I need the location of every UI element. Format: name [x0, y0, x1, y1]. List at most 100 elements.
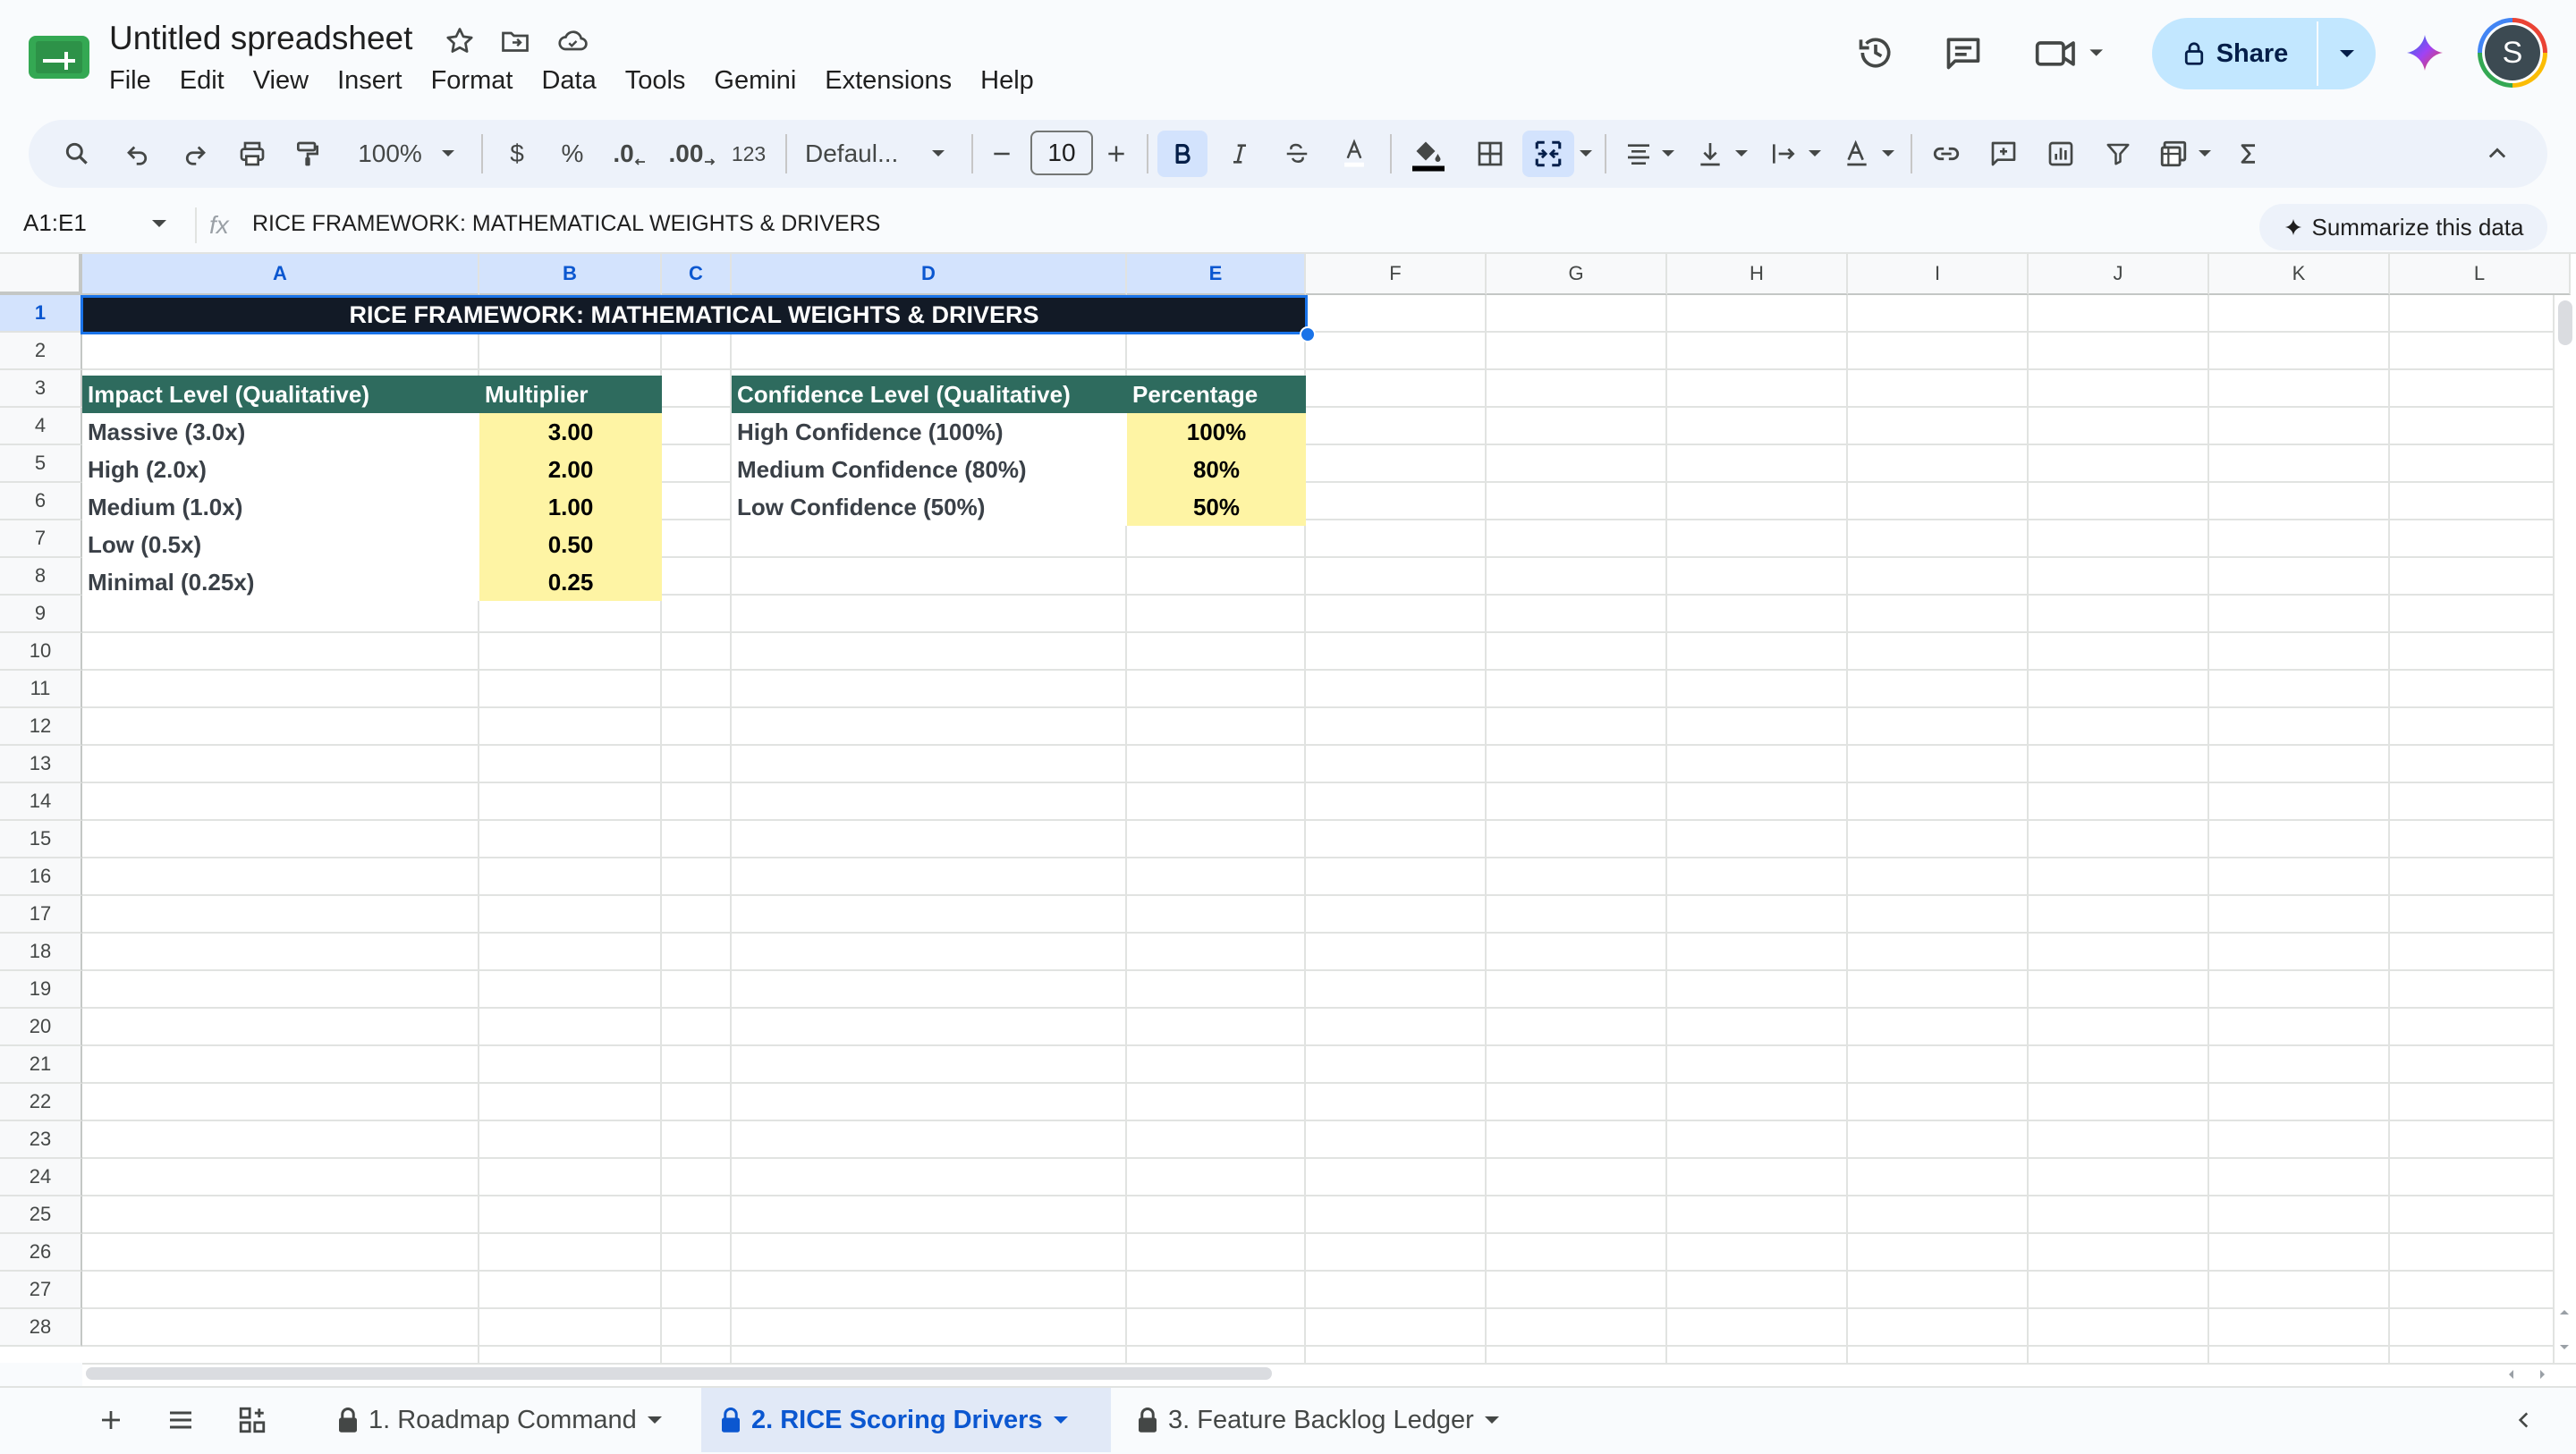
confidence-percentage-cell[interactable]: 80%	[1127, 451, 1306, 488]
menu-format[interactable]: Format	[417, 63, 528, 102]
increase-decimal-button[interactable]: .00	[667, 131, 717, 177]
scroll-left-icon[interactable]	[2506, 1368, 2515, 1381]
document-title[interactable]: Untitled spreadsheet	[109, 20, 412, 57]
sheet-tab-feature-backlog-ledger[interactable]: 3. Feature Backlog Ledger	[1118, 1388, 1544, 1452]
row-header-13[interactable]: 13	[0, 746, 82, 783]
horizontal-scroll-thumb[interactable]	[86, 1367, 1272, 1380]
merge-dropdown-icon[interactable]	[1574, 131, 1597, 177]
column-header-e[interactable]: E	[1127, 254, 1306, 295]
confidence-header-level[interactable]: Confidence Level (Qualitative)	[732, 376, 1127, 413]
all-sheets-icon[interactable]	[161, 1400, 200, 1440]
cloud-saved-icon[interactable]	[556, 25, 589, 57]
menu-gemini[interactable]: Gemini	[699, 63, 810, 102]
share-dropdown-icon[interactable]	[2318, 18, 2376, 89]
functions-icon[interactable]	[2227, 131, 2270, 177]
impact-level-cell[interactable]: Low (0.5x)	[82, 526, 479, 563]
merge-cells-icon[interactable]	[1522, 131, 1574, 177]
redo-icon[interactable]	[174, 131, 216, 177]
impact-multiplier-cell[interactable]: 0.25	[479, 563, 662, 601]
confidence-level-cell[interactable]: High Confidence (100%)	[732, 413, 1127, 451]
vertical-scrollbar[interactable]	[2553, 295, 2576, 1363]
menu-insert[interactable]: Insert	[323, 63, 417, 102]
share-button[interactable]: Share	[2152, 18, 2376, 89]
sheet-sidebar-icon[interactable]	[233, 1400, 272, 1440]
impact-multiplier-cell[interactable]: 0.50	[479, 526, 662, 563]
increase-font-size-icon[interactable]	[1097, 131, 1136, 177]
impact-level-cell[interactable]: Massive (3.0x)	[82, 413, 479, 451]
wrap-dropdown-icon[interactable]	[1803, 131, 1826, 177]
print-icon[interactable]	[231, 131, 274, 177]
bold-icon[interactable]	[1157, 131, 1208, 177]
row-header-16[interactable]: 16	[0, 858, 82, 896]
impact-multiplier-cell[interactable]: 3.00	[479, 413, 662, 451]
filter-views-icon[interactable]	[2150, 131, 2197, 177]
version-history-icon[interactable]	[1846, 23, 1905, 82]
row-header-12[interactable]: 12	[0, 708, 82, 746]
row-header-25[interactable]: 25	[0, 1196, 82, 1234]
font-size-input[interactable]: 10	[1030, 131, 1093, 175]
confidence-level-cell[interactable]: Medium Confidence (80%)	[732, 451, 1127, 488]
share-main-button[interactable]: Share	[2152, 18, 2317, 89]
row-header-8[interactable]: 8	[0, 558, 82, 596]
summarize-data-button[interactable]: Summarize this data	[2259, 204, 2547, 250]
column-header-k[interactable]: K	[2209, 254, 2390, 295]
filter-icon[interactable]	[2095, 131, 2141, 177]
row-header-17[interactable]: 17	[0, 896, 82, 934]
column-header-d[interactable]: D	[732, 254, 1127, 295]
row-header-7[interactable]: 7	[0, 520, 82, 558]
row-header-4[interactable]: 4	[0, 408, 82, 445]
sheet-tab-rice-scoring-drivers[interactable]: 2. RICE Scoring Drivers	[701, 1388, 1111, 1452]
column-header-i[interactable]: I	[1848, 254, 2029, 295]
column-header-h[interactable]: H	[1667, 254, 1848, 295]
row-header-1[interactable]: 1	[0, 295, 82, 333]
row-header-9[interactable]: 9	[0, 596, 82, 633]
column-header-g[interactable]: G	[1487, 254, 1667, 295]
row-header-2[interactable]: 2	[0, 333, 82, 370]
menu-view[interactable]: View	[239, 63, 323, 102]
menu-extensions[interactable]: Extensions	[810, 63, 966, 102]
name-box-dropdown-icon[interactable]	[150, 218, 168, 229]
number-format-button[interactable]: 123	[726, 131, 771, 177]
text-color-icon[interactable]	[1333, 131, 1376, 177]
scroll-down-icon[interactable]	[2558, 1343, 2571, 1352]
confidence-percentage-cell[interactable]: 50%	[1127, 488, 1306, 526]
impact-header-multiplier[interactable]: Multiplier	[479, 376, 662, 413]
borders-icon[interactable]	[1467, 131, 1513, 177]
menu-tools[interactable]: Tools	[611, 63, 700, 102]
decrease-font-size-icon[interactable]	[982, 131, 1021, 177]
strikethrough-icon[interactable]	[1275, 131, 1318, 177]
filter-views-dropdown-icon[interactable]	[2193, 131, 2216, 177]
row-header-19[interactable]: 19	[0, 971, 82, 1009]
column-header-j[interactable]: J	[2029, 254, 2209, 295]
row-header-5[interactable]: 5	[0, 445, 82, 483]
row-header-20[interactable]: 20	[0, 1009, 82, 1046]
impact-header-level[interactable]: Impact Level (Qualitative)	[82, 376, 479, 413]
confidence-percentage-cell[interactable]: 100%	[1127, 413, 1306, 451]
row-header-28[interactable]: 28	[0, 1309, 82, 1347]
row-header-15[interactable]: 15	[0, 821, 82, 858]
row-header-14[interactable]: 14	[0, 783, 82, 821]
tab-dropdown-icon[interactable]	[1483, 1415, 1501, 1425]
name-box[interactable]: A1:E1	[23, 209, 87, 237]
font-dropdown-icon[interactable]	[927, 131, 950, 177]
font-family-select[interactable]: Defaul...	[805, 131, 916, 177]
impact-level-cell[interactable]: Medium (1.0x)	[82, 488, 479, 526]
search-menus-icon[interactable]	[55, 131, 98, 177]
confidence-level-cell[interactable]: Low Confidence (50%)	[732, 488, 1127, 526]
row-header-18[interactable]: 18	[0, 934, 82, 971]
sheet-tab-roadmap-command[interactable]: 1. Roadmap Command	[318, 1388, 691, 1452]
text-wrapping-icon[interactable]	[1762, 131, 1805, 177]
column-header-b[interactable]: B	[479, 254, 662, 295]
fill-handle[interactable]	[1300, 326, 1316, 342]
italic-icon[interactable]	[1218, 131, 1261, 177]
gemini-spark-icon[interactable]	[2395, 23, 2454, 82]
column-header-l[interactable]: L	[2390, 254, 2571, 295]
zoom-select[interactable]: 100%	[347, 131, 433, 177]
impact-multiplier-cell[interactable]: 2.00	[479, 451, 662, 488]
column-header-f[interactable]: F	[1306, 254, 1487, 295]
row-header-11[interactable]: 11	[0, 671, 82, 708]
explore-collapse-icon[interactable]	[2504, 1400, 2544, 1440]
formula-input[interactable]: RICE FRAMEWORK: MATHEMATICAL WEIGHTS & D…	[252, 211, 880, 237]
select-all-corner[interactable]	[0, 254, 82, 295]
row-header-22[interactable]: 22	[0, 1084, 82, 1121]
